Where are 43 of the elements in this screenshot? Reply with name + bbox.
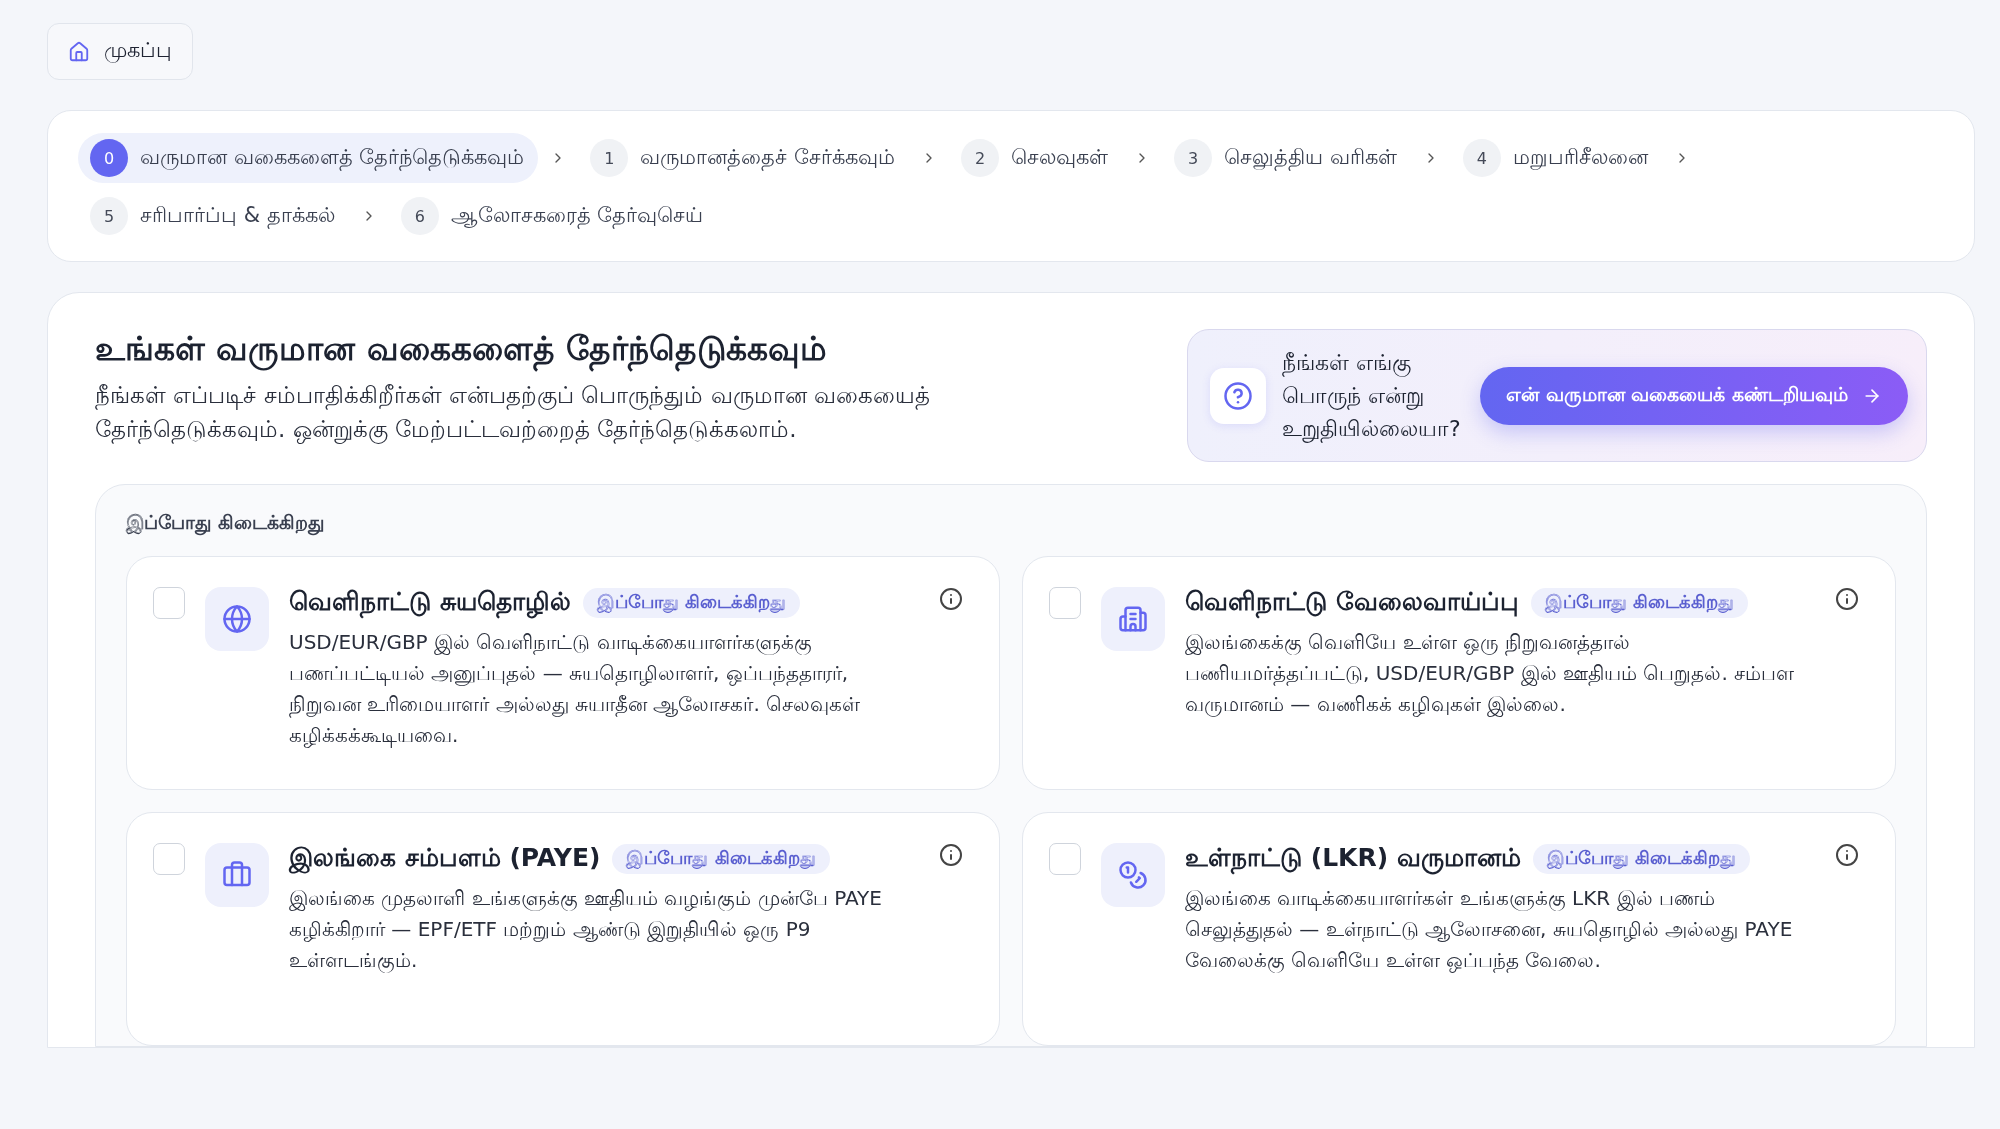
info-icon[interactable] (1835, 843, 1859, 867)
status-badge: இப்போது கிடைக்கிறது (1532, 844, 1751, 874)
card-title: வெளிநாட்டு சுயதொழில் (289, 587, 571, 619)
step-tab[interactable]: 2 செலவுகள் (949, 133, 1123, 183)
building-icon (1101, 587, 1165, 651)
card-description: இலங்கைக்கு வெளியே உள்ள ஒரு நிறுவனத்தால் பணியமர்த்தப்பட்டு, USD/EUR/GBP இல் ஊதியம் பெறுதல். சம்பள வருமானம் — வணிகக் கழிவுகள் இல்லை. (1185, 629, 1796, 719)
question-icon (1210, 367, 1266, 424)
income-card[interactable]: வெளிநாட்டு வேலைவாய்ப்பு இப்போது கிடைக்கிறது இலங்கைக்கு வெளியே உள்ள ஒரு நிறுவனத்தால் பணியமர்த்தப்பட்டு, USD/EUR/GBP இல் ஊதியம் பெறுதல். சம்பள வருமானம் — வணிகக் கழிவுகள் இல்லை. (1022, 556, 1896, 790)
status-badge: இப்போது கிடைக்கிறது (582, 588, 800, 618)
income-card[interactable]: உள்நாட்டு (LKR) வருமானம் இப்போது கிடைக்கிறது இலங்கை வாடிக்கையாளர்கள் உங்களுக்கு LKR இல் பணம் செலுத்துதல் — உள்நாட்டு ஆலோசனை, சுயதொழில் அல்லது PAYE வேலைக்கு வெளியே உள்ள ஒப்பந்த வேலை. (1022, 812, 1896, 1046)
checkbox[interactable] (1049, 587, 1081, 619)
info-icon[interactable] (939, 587, 963, 611)
home-link[interactable]: முகப்பு (47, 23, 193, 80)
step-tab[interactable]: 3 செலுத்திய வரிகள் (1162, 133, 1411, 183)
checkbox[interactable] (153, 587, 185, 619)
step-tab[interactable]: 4 மறுபரிசீலனை (1450, 133, 1662, 183)
briefcase-icon (205, 843, 269, 907)
home-icon (68, 40, 90, 63)
status-badge: இப்போது கிடைக்கிறது (612, 844, 830, 874)
info-icon[interactable] (939, 843, 963, 867)
status-badge: இப்போது கிடைக்கிறது (1530, 588, 1748, 618)
step-tab[interactable]: 6 ஆலோசகரைத் தேர்வுசெய் (388, 191, 718, 241)
checkbox[interactable] (1049, 843, 1081, 875)
step-tab[interactable]: 5 சரிபார்ப்பு & தாக்கல் (78, 191, 349, 241)
section-title: இப்போது கிடைக்கிறது (126, 511, 1896, 536)
help-question: நீங்கள் எங்கு பொருந் என்று உறுதியில்லையா? (1282, 349, 1461, 445)
income-card[interactable]: இலங்கை சம்பளம் (PAYE) இப்போது கிடைக்கிறது இலங்கை முதலாளி உங்களுக்கு ஊதியம் வழங்கும் முன்பே PAYE கழிக்கிறார் — EPF/ETF மற்றும் ஆண்டு இறுதியில் ஒரு P9 உள்ளடங்கும். (126, 812, 1000, 1046)
income-card[interactable] (126, 556, 1000, 790)
step-tab[interactable]: 1 வருமானத்தைச் சேர்க்கவும் (578, 133, 910, 183)
globe-icon (205, 587, 269, 651)
card-description: இலங்கை முதலாளி உங்களுக்கு ஊதியம் வழங்கும் முன்பே PAYE கழிக்கிறார் — EPF/ETF மற்றும் ஆண்டு இறுதியில் ஒரு P9 உள்ளடங்கும். (289, 885, 883, 975)
info-icon[interactable] (1835, 587, 1859, 611)
card-title: உள்நாட்டு (LKR) வருமானம் (1185, 843, 1521, 875)
step-tab[interactable]: 0 வருமான வகைகளைத் தேர்ந்தெடுக்கவும் (78, 133, 539, 183)
card-title: இலங்கை சம்பளம் (PAYE) (289, 843, 601, 875)
checkbox[interactable] (153, 843, 185, 875)
card-description: USD/EUR/GBP இல் வெளிநாட்டு வாடிக்கையாளர்களுக்கு பணப்பட்டியல் அனுப்புதல் — சுயதொழிலாளர், ஒப்பந்ததாரர், நிறுவன உரிமையாளர் அல்லது சுயாதீன ஆலோசகர். செலவுகள் கழிக்கக்கூடியவை. (289, 629, 862, 750)
page-title: உங்கள் வருமான வகைகளைத் தேர்ந்தெடுக்கவும் (95, 329, 1105, 372)
coins-icon (1101, 843, 1165, 907)
card-description: இலங்கை வாடிக்கையாளர்கள் உங்களுக்கு LKR இல் பணம் செலுத்துதல் — உள்நாட்டு ஆலோசனை, சுயதொழில் அல்லது PAYE வேலைக்கு வெளியே உள்ள ஒப்பந்த வேலை. (1185, 885, 1794, 975)
card-title: வெளிநாட்டு வேலைவாய்ப்பு (1185, 587, 1519, 619)
find-income-button[interactable]: என் வருமான வகையைக் கண்டறியவும் (1480, 366, 1908, 425)
page-subtitle: நீங்கள் எப்படிச் சம்பாதிக்கிறீர்கள் என்பதற்குப் பொருந்தும் வருமான வகையைத் தேர்ந்தெடுக்கவும். ஒன்றுக்கு மேற்பட்டவற்றைத் தேர்ந்தெடுக்கலாம். (95, 381, 931, 446)
